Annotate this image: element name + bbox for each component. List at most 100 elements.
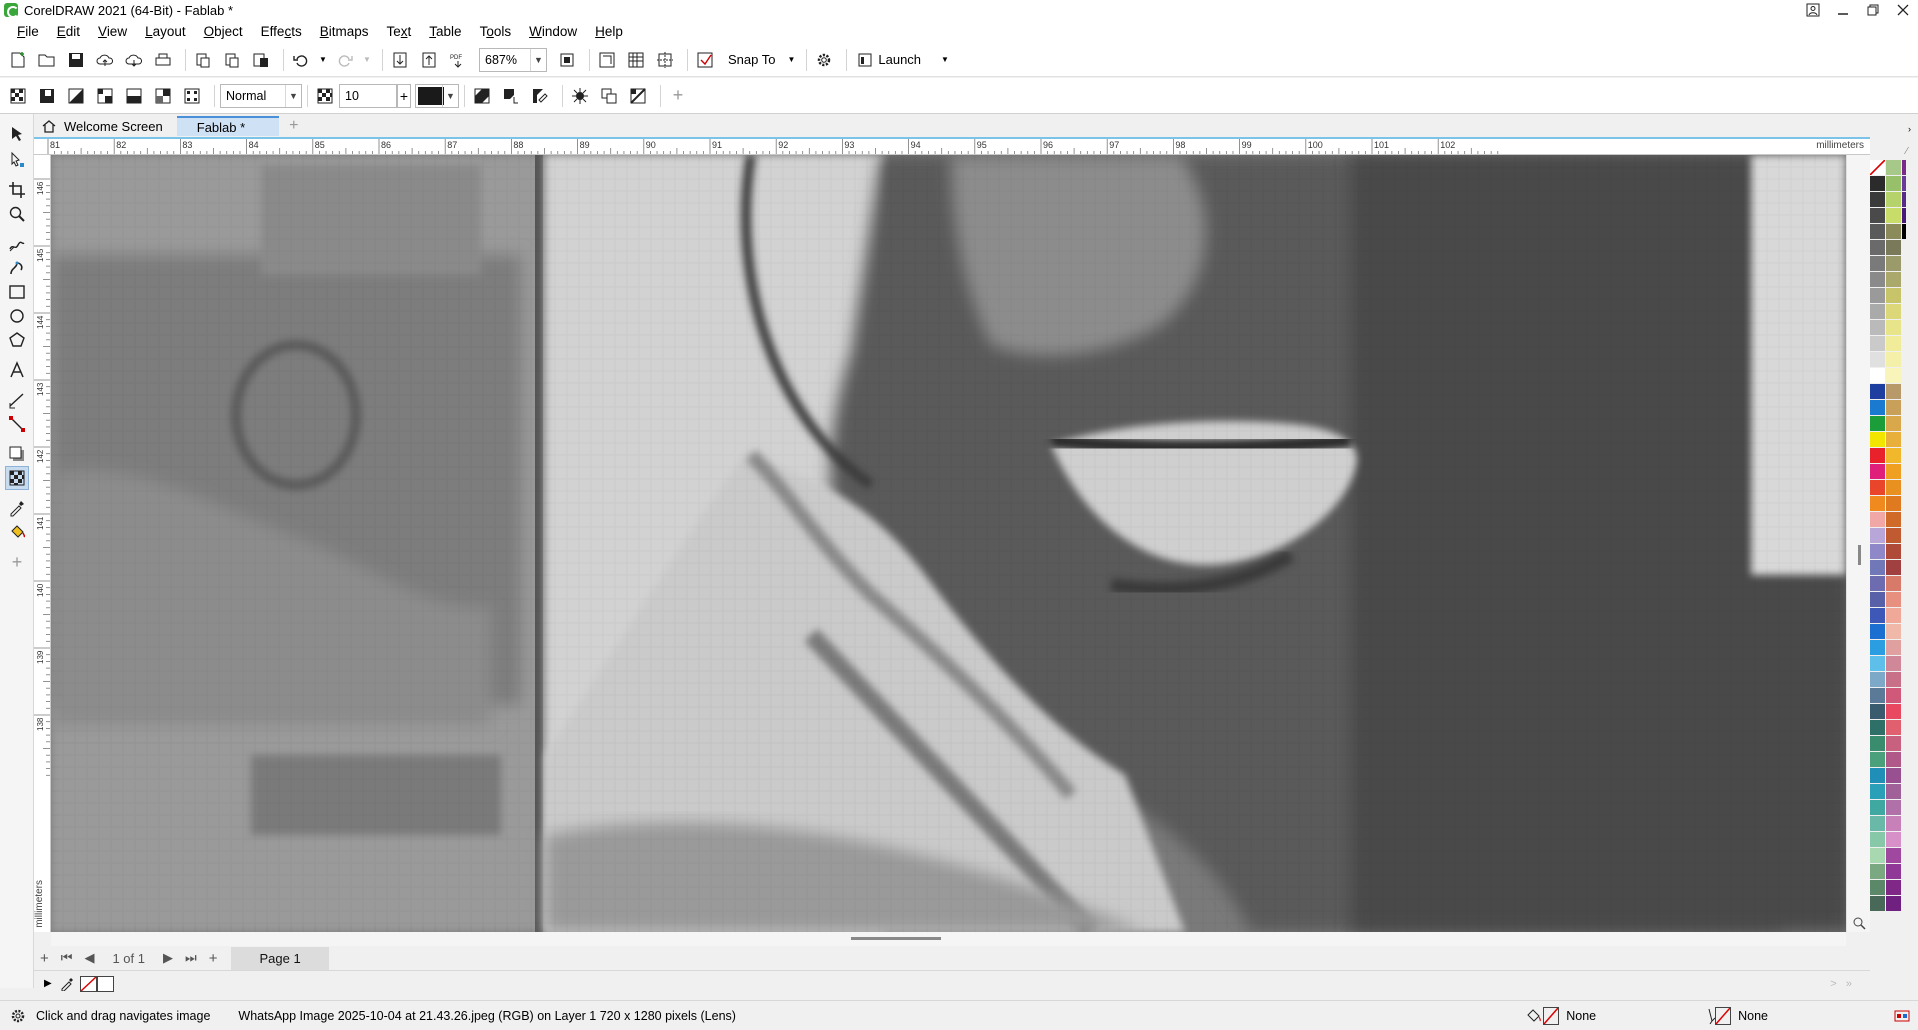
color-swatch[interactable] bbox=[1870, 560, 1886, 576]
color-swatch[interactable] bbox=[1870, 400, 1886, 416]
horizontal-scroll-thumb[interactable] bbox=[851, 937, 941, 940]
cloud-upload-icon[interactable] bbox=[93, 48, 117, 72]
page-tab[interactable]: Page 1 bbox=[231, 946, 329, 970]
menu-item[interactable]: Effects bbox=[252, 24, 311, 39]
show-grid-icon[interactable] bbox=[624, 48, 648, 72]
transparency-tool-icon[interactable] bbox=[5, 466, 29, 490]
nib-size-input[interactable]: 10 bbox=[339, 83, 397, 108]
redo-icon[interactable] bbox=[333, 48, 357, 72]
settings-gear-icon[interactable] bbox=[10, 1008, 26, 1024]
color-swatch[interactable] bbox=[1886, 656, 1902, 672]
last-page-icon[interactable]: ⏭ bbox=[185, 950, 197, 966]
color-swatch[interactable] bbox=[1886, 512, 1902, 528]
chevron-down-icon[interactable]: ▼ bbox=[530, 48, 546, 71]
zoom-tool-icon[interactable] bbox=[5, 202, 29, 226]
menu-item[interactable]: Edit bbox=[48, 24, 89, 39]
color-swatch[interactable] bbox=[1886, 864, 1902, 880]
color-swatch[interactable] bbox=[1886, 320, 1902, 336]
apply-to-fill-icon[interactable] bbox=[568, 84, 592, 108]
color-swatch[interactable] bbox=[1870, 224, 1886, 240]
menu-item[interactable]: View bbox=[89, 24, 136, 39]
fill-status[interactable]: None bbox=[1526, 1006, 1596, 1025]
color-swatch[interactable] bbox=[1870, 352, 1886, 368]
color-swatch[interactable] bbox=[1870, 416, 1886, 432]
snap-to-icon[interactable] bbox=[693, 48, 717, 72]
color-swatch[interactable] bbox=[1870, 304, 1886, 320]
texture-transparency-icon[interactable] bbox=[180, 84, 204, 108]
snap-to-button[interactable]: Snap To ▼ bbox=[722, 52, 801, 67]
color-swatch[interactable] bbox=[1886, 208, 1902, 224]
color-swatch[interactable] bbox=[1886, 224, 1902, 240]
color-swatch[interactable] bbox=[1870, 656, 1886, 672]
vertical-scroll-thumb[interactable] bbox=[1858, 545, 1861, 565]
cloud-download-icon[interactable] bbox=[122, 48, 146, 72]
color-swatch[interactable] bbox=[1870, 336, 1886, 352]
crop-tool-icon[interactable] bbox=[5, 178, 29, 202]
import-icon[interactable] bbox=[388, 48, 412, 72]
color-swatch[interactable] bbox=[1886, 416, 1902, 432]
no-color-swatches[interactable] bbox=[79, 975, 114, 992]
color-swatch[interactable] bbox=[1870, 768, 1886, 784]
pick-tool-icon[interactable] bbox=[5, 122, 29, 146]
color-swatch[interactable] bbox=[1870, 736, 1886, 752]
color-swatch[interactable] bbox=[1886, 288, 1902, 304]
color-swatch[interactable] bbox=[1870, 816, 1886, 832]
freehand-tool-icon[interactable] bbox=[5, 232, 29, 256]
add-icon[interactable]: + bbox=[397, 83, 411, 108]
color-swatch[interactable] bbox=[1886, 368, 1902, 384]
color-swatch[interactable] bbox=[1870, 800, 1886, 816]
first-page-icon[interactable]: ⏮ bbox=[61, 950, 73, 966]
palette-eyedropper-icon[interactable]: ⁄ bbox=[1906, 146, 1908, 157]
color-swatch[interactable] bbox=[1886, 896, 1902, 912]
color-swatch[interactable] bbox=[1886, 560, 1902, 576]
uniform-transparency-icon[interactable] bbox=[35, 84, 59, 108]
vertical-ruler[interactable]: 146 145 144 143 142 141 140 139 138 millimeters bbox=[34, 155, 51, 932]
add-toolbar-item-icon[interactable]: + bbox=[666, 84, 690, 108]
shape-tool-icon[interactable] bbox=[5, 148, 29, 172]
full-screen-preview-icon[interactable] bbox=[595, 48, 619, 72]
color-swatch[interactable] bbox=[1886, 816, 1902, 832]
color-swatch[interactable] bbox=[1870, 208, 1886, 224]
menu-item[interactable]: Object bbox=[195, 24, 252, 39]
color-swatch[interactable] bbox=[1870, 432, 1886, 448]
transparency-none-icon[interactable] bbox=[6, 84, 30, 108]
color-swatch[interactable] bbox=[1870, 448, 1886, 464]
color-eyedropper-tool-icon[interactable] bbox=[5, 496, 29, 520]
color-swatch[interactable] bbox=[1886, 832, 1902, 848]
color-swatch[interactable] bbox=[1886, 304, 1902, 320]
horizontal-scrollbar[interactable] bbox=[51, 932, 1846, 946]
print-icon[interactable] bbox=[151, 48, 175, 72]
color-swatch[interactable] bbox=[1870, 256, 1886, 272]
copy-icon[interactable] bbox=[220, 48, 244, 72]
pattern-transparency-icon[interactable] bbox=[93, 84, 117, 108]
tab-fablab[interactable]: Fablab * bbox=[176, 116, 280, 136]
color-swatch[interactable] bbox=[1886, 576, 1902, 592]
color-swatch[interactable] bbox=[1870, 896, 1886, 912]
rectangle-tool-icon[interactable] bbox=[5, 280, 29, 304]
color-swatch[interactable] bbox=[1886, 400, 1902, 416]
color-swatch[interactable] bbox=[1870, 528, 1886, 544]
artistic-media-tool-icon[interactable] bbox=[5, 256, 29, 280]
tab-welcome-screen[interactable]: Welcome Screen bbox=[34, 116, 177, 136]
color-swatch[interactable] bbox=[1870, 848, 1886, 864]
menu-item[interactable]: Text bbox=[378, 24, 421, 39]
chevron-down-icon[interactable]: ▼ bbox=[442, 84, 458, 107]
zoom-level-combo[interactable]: 687% ▼ bbox=[479, 47, 547, 72]
color-swatch[interactable] bbox=[1886, 608, 1902, 624]
color-swatch[interactable] bbox=[1870, 176, 1886, 192]
color-swatch[interactable] bbox=[1870, 240, 1886, 256]
color-swatch[interactable] bbox=[1886, 784, 1902, 800]
color-swatch[interactable] bbox=[1886, 624, 1902, 640]
color-swatch[interactable] bbox=[1886, 848, 1902, 864]
color-swatch[interactable] bbox=[1870, 720, 1886, 736]
paste-icon[interactable] bbox=[249, 48, 273, 72]
color-swatch[interactable] bbox=[1886, 480, 1902, 496]
vertical-scrollbar[interactable] bbox=[1846, 155, 1870, 932]
color-swatch[interactable] bbox=[1886, 720, 1902, 736]
outline-status[interactable]: None bbox=[1706, 1006, 1768, 1025]
color-swatch[interactable] bbox=[1886, 192, 1902, 208]
color-swatch[interactable] bbox=[1886, 688, 1902, 704]
zoom-to-page-icon[interactable] bbox=[555, 48, 579, 72]
color-swatch[interactable] bbox=[1870, 832, 1886, 848]
merge-mode-combo[interactable]: Normal ▼ bbox=[220, 83, 302, 108]
